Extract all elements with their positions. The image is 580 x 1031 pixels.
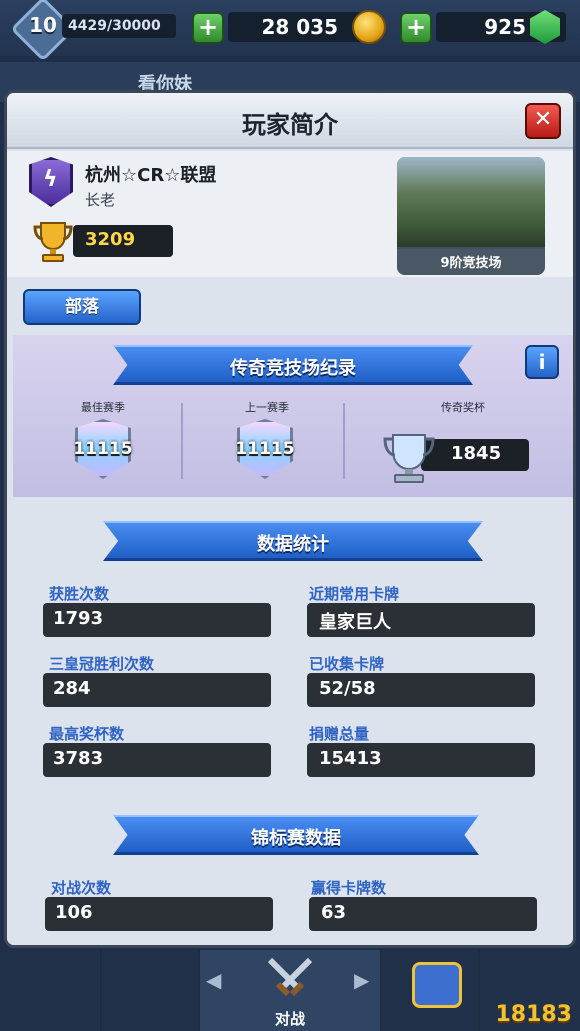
stat-label-cards-won: 赢得卡牌数 [311,879,387,897]
best-season-label: 最佳赛季 [81,401,125,414]
nav-tab-shop[interactable] [0,950,100,1031]
nav-left-arrow-icon[interactable]: ◀ [206,968,221,992]
divider [343,403,345,479]
stats-title: 数据统计 [257,534,329,555]
stat-value-wins: 1793 [53,608,104,629]
legend-trophy-icon [383,434,435,483]
stat-label-cards-found: 已收集卡牌 [309,655,385,673]
legend-arena-section: 传奇竞技场纪录 i 最佳赛季 11115 上一赛季 11115 传奇奖杯 184… [13,335,573,497]
stat-value-cards-found: 52/58 [319,678,376,699]
arena-card[interactable]: 9阶竞技场 [397,157,545,275]
chat-bubble-icon [412,962,462,1008]
clan-button-row: 部落 [7,277,573,335]
tournament-section: 锦标赛数据 对战次数 106 赢得卡牌数 63 [7,797,573,945]
gold-coin-icon [352,10,386,44]
legend-trophies-value: 1845 [451,443,502,464]
stat-label-favorite-card: 近期常用卡牌 [309,585,400,603]
statistics-section: 数据统计 获胜次数 1793 近期常用卡牌 皇家巨人 三皇冠胜利次数 284 已… [7,497,573,797]
trophy-count: 3209 [85,229,136,250]
xp-progress: 4429/30000 [62,14,176,38]
tournament-title: 锦标赛数据 [251,828,341,849]
arena-image [397,157,545,247]
best-season-value: 11115 [73,439,133,459]
level-number: 10 [29,13,57,37]
player-profile-modal: 玩家简介 ✕ ϟ 杭州☆CR☆联盟 长老 3209 9阶竞技场 部落 传奇竞技场… [4,90,576,948]
clan-button[interactable]: 部落 [23,289,141,325]
lightning-icon: ϟ [43,167,58,192]
nav-tab-cards[interactable] [102,950,198,1031]
last-season-label: 上一赛季 [245,401,289,414]
clan-role: 长老 [85,191,116,209]
stat-label-three-crown-wins: 三皇冠胜利次数 [49,655,155,673]
stat-label-wins: 获胜次数 [49,585,110,603]
stat-label-battles: 对战次数 [51,879,112,897]
legend-title: 传奇竞技场纪录 [230,358,356,379]
nav-battle-label: 对战 [274,1010,305,1028]
stat-value-cards-won: 63 [321,902,347,923]
modal-title: 玩家简介 [242,111,338,139]
buy-gems-button[interactable]: + [400,12,432,44]
divider [181,403,183,479]
trophy-icon [33,222,73,262]
stat-value-three-crown-wins: 284 [53,678,91,699]
arena-label: 9阶竞技场 [440,256,502,271]
modal-header: 玩家简介 ✕ [7,93,573,149]
nav-right-arrow-icon[interactable]: ▶ [354,968,369,992]
clan-name: 杭州☆CR☆联盟 [85,165,217,186]
crossed-swords-icon [267,957,313,997]
buy-gold-button[interactable]: + [192,12,224,44]
stat-value-total-donations: 15413 [319,748,382,769]
stat-label-highest-trophies: 最高奖杯数 [49,725,125,743]
last-season-value: 11115 [235,439,295,459]
watermark-logo: 18183 [495,1002,572,1027]
stat-label-total-donations: 捐赠总量 [309,725,370,743]
close-button[interactable]: ✕ [525,103,561,139]
tournament-ribbon: 锦标赛数据 [113,815,479,855]
top-hud: 10 4429/30000 + 28 035 + 925 [0,0,580,62]
stats-ribbon: 数据统计 [103,521,483,561]
info-button[interactable]: i [525,345,559,379]
stat-value-favorite-card: 皇家巨人 [319,612,391,633]
legend-trophies-label: 传奇奖杯 [441,401,485,414]
bottom-navigation: ◀ ▶ 对战 18183 [0,950,580,1031]
profile-header: ϟ 杭州☆CR☆联盟 长老 3209 9阶竞技场 [7,151,573,277]
legend-ribbon: 传奇竞技场纪录 [113,345,473,385]
stat-value-highest-trophies: 3783 [53,748,104,769]
stat-value-battles: 106 [55,902,93,923]
